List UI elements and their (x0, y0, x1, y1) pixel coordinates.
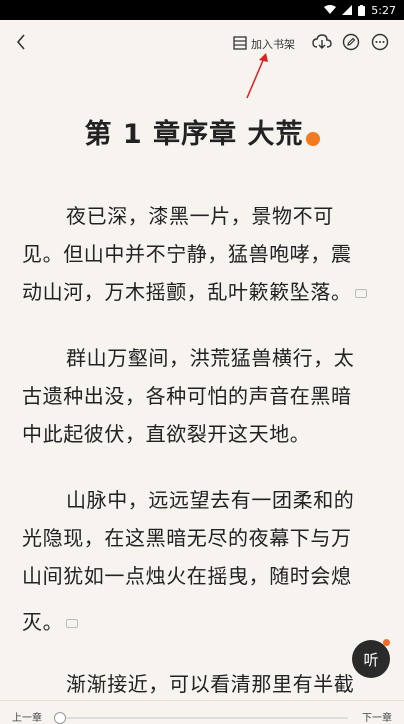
add-to-shelf-label: 加入书架 (251, 38, 295, 51)
chapter-progress-handle[interactable] (54, 712, 66, 724)
pencil-icon (342, 33, 360, 55)
more-icon (371, 33, 389, 55)
back-button[interactable] (10, 32, 32, 56)
text-line-content: 动山河，万木摇颤，乱叶簌簌坠落。 (22, 280, 352, 304)
text-line: 动山河，万木摇颤，乱叶簌簌坠落。 (22, 276, 367, 305)
paragraph-comment-icon[interactable] (66, 619, 79, 628)
text-line: 中此起彼伏，直欲裂开这天地。 (22, 422, 311, 446)
cloud-download-icon (312, 34, 332, 54)
edit-comment-button[interactable] (341, 33, 361, 55)
download-button[interactable] (312, 34, 332, 54)
more-button[interactable] (370, 33, 390, 55)
next-chapter-button[interactable]: 下一章 (362, 709, 392, 724)
status-bar: 5:27 (0, 0, 404, 20)
bookshelf-icon (233, 35, 247, 53)
prev-chapter-button[interactable]: 上一章 (12, 709, 42, 724)
wifi-icon (324, 5, 337, 15)
text-line: 山脉中，远远望去有一团柔和的 (66, 488, 355, 512)
listen-label: 听 (363, 650, 379, 669)
text-line: 渐渐接近，可以看清那里有半截 (66, 672, 355, 696)
text-line: 群山万壑间，洪荒猛兽横行，太 (66, 346, 355, 370)
text-line-content: 灭。 (22, 610, 64, 634)
add-to-shelf-button[interactable]: 加入书架 (233, 34, 295, 54)
paragraph-comment-icon[interactable] (354, 289, 367, 298)
reader-toolbar: 加入书架 (0, 26, 404, 62)
notification-dot (383, 639, 390, 646)
reward-badge-icon[interactable] (305, 131, 320, 146)
chapter-progress-track[interactable] (58, 717, 348, 719)
signal-icon (342, 5, 353, 15)
chapter-title-text: 第 1 章序章 大荒 (84, 119, 304, 150)
text-line: 古遗种出没，各种可怕的声音在黑暗 (22, 384, 352, 408)
chevron-left-icon (15, 33, 27, 55)
chapter-nav-bar: 上一章 下一章 (0, 700, 404, 724)
text-line: 灭。 (22, 606, 79, 635)
chapter-title: 第 1 章序章 大荒 (0, 112, 404, 151)
text-line: 山间犹如一点烛火在摇曳，随时会熄 (22, 564, 352, 588)
status-time: 5:27 (371, 3, 396, 17)
text-line: 夜已深，漆黑一片，景物不可 (66, 204, 334, 228)
text-line: 见。但山中并不宁静，猛兽咆哮，震 (22, 242, 352, 266)
text-line: 光隐现，在这黑暗无尽的夜幕下与万 (22, 526, 352, 550)
battery-icon (358, 4, 366, 16)
